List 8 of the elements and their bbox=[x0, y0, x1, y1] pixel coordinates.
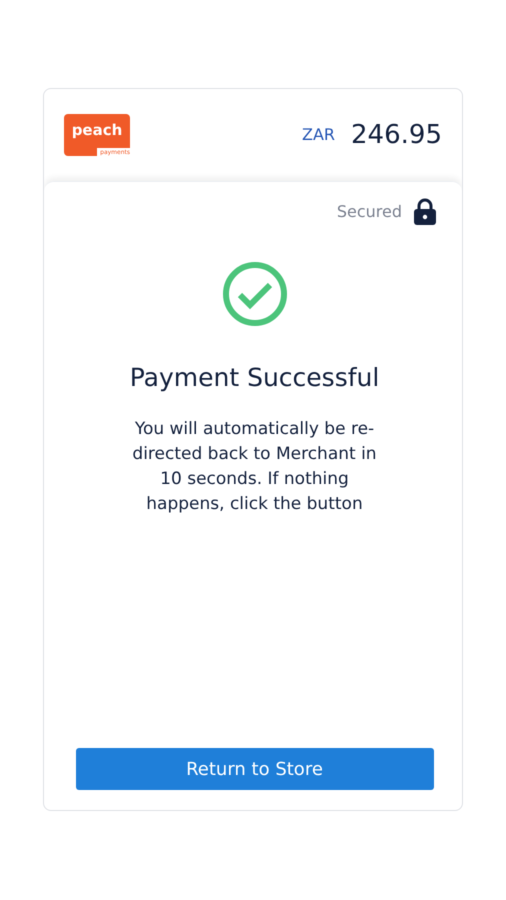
checkmark-circle-icon bbox=[222, 261, 288, 327]
amount: 246.95 bbox=[351, 118, 442, 152]
return-button[interactable]: Return to Store bbox=[76, 748, 434, 790]
status-message: You will automatically be re-directed back to Merchant in 10 seconds. If nothing happens, click the button bbox=[131, 418, 378, 516]
lock-icon bbox=[414, 198, 436, 225]
secured-label: Secured bbox=[336, 200, 402, 222]
currency-code: ZAR bbox=[302, 124, 336, 146]
status-title: Payment Successful bbox=[130, 363, 380, 393]
